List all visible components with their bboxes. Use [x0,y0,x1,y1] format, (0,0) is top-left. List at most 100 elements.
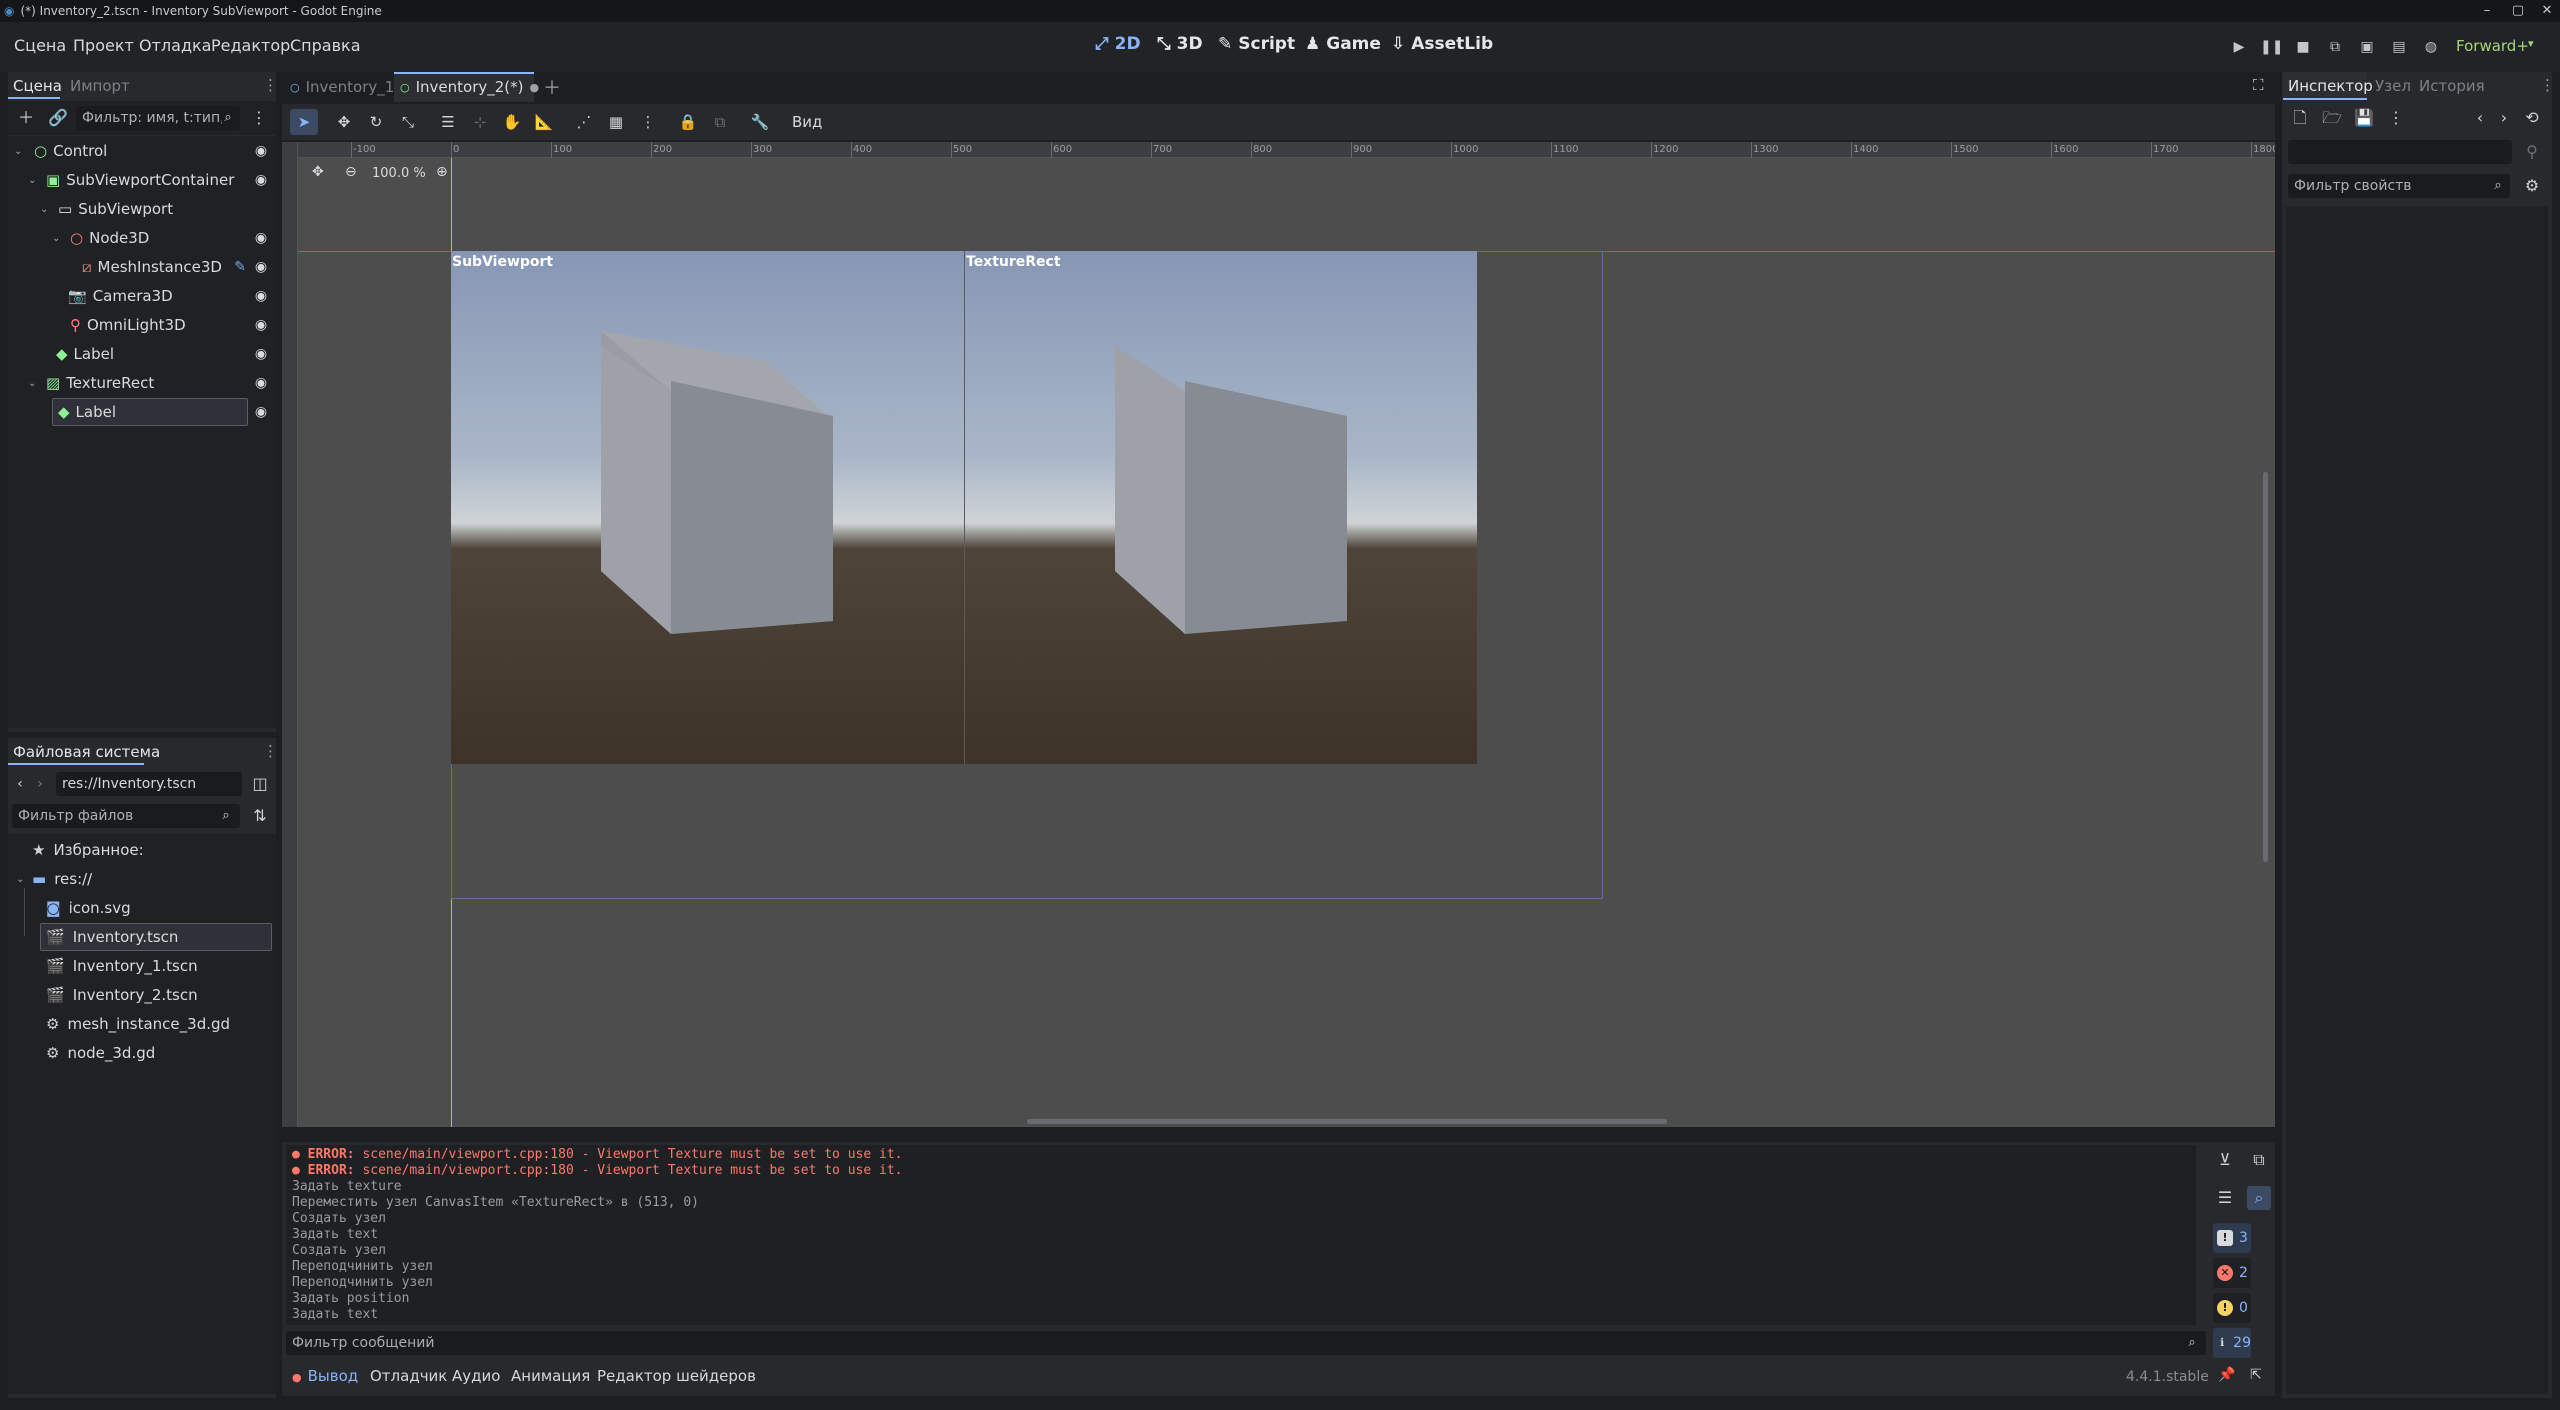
visibility-eye-icon[interactable]: ◉ [252,340,270,368]
filesystem-path-input[interactable]: res://Inventory.tscn [56,772,242,796]
file-item-node-3d-gd[interactable]: ⚙ node_3d.gd [46,1039,155,1067]
play-custom-scene-icon[interactable]: ▤ [2388,36,2410,58]
sort-icon[interactable]: ⇅ [248,804,272,828]
pan-tool-icon[interactable]: ✋ [499,110,525,134]
inspector-object-path[interactable] [2288,140,2512,164]
search-icon[interactable]: ⌕ [214,804,238,828]
file-item-favorites[interactable]: ★ Избранное: [32,836,144,864]
maximize-icon[interactable]: ▢ [2503,0,2533,22]
history-forward-icon[interactable]: › [2492,106,2516,130]
ruler-tool-icon[interactable]: 📐 [531,110,557,134]
group-icon[interactable]: ⧉ [707,110,733,134]
tree-node-camera3d[interactable]: 📷 Camera3D ◉ [66,282,276,310]
stop-icon[interactable]: ■ [2292,36,2314,58]
object-history-icon[interactable]: ⟲ [2520,106,2544,130]
zoom-level[interactable]: 100.0 % [372,166,426,181]
file-item-icon-svg[interactable]: ◙ icon.svg [46,894,131,922]
clear-output-icon[interactable]: ⊻ [2213,1148,2237,1172]
toggle-split-icon[interactable]: ◫ [248,772,272,796]
minimize-icon[interactable]: – [2472,0,2502,22]
menu-editor[interactable]: Редактор [211,36,290,55]
movie-maker-icon[interactable]: ◍ [2420,36,2442,58]
menu-scene[interactable]: Сцена [14,36,66,55]
tree-node-node3d[interactable]: ⌄ ○ Node3D ◉ [52,224,276,252]
open-resource-icon[interactable]: 🗁 [2320,106,2344,130]
scene-tab-inventory-2[interactable]: ○ Inventory_2(*) ● [400,74,539,100]
snap-options-icon[interactable]: ⋮ [635,110,661,134]
lock-icon[interactable]: 🔒 [675,110,701,134]
pivot-tool-icon[interactable]: ⊹ [467,110,493,134]
filter-messages[interactable]: ℹ 29 [2213,1328,2251,1358]
collapse-icon[interactable]: ☰ [2213,1186,2237,1210]
zoom-out-icon[interactable]: ⊖ [345,164,357,180]
rotate-tool-icon[interactable]: ↻ [363,110,389,134]
filter-errors[interactable]: ✕ 2 [2213,1258,2251,1288]
bottom-tab-shader-editor[interactable]: Редактор шейдеров [597,1367,756,1385]
visibility-eye-icon[interactable]: ◉ [252,398,270,426]
file-item-inventory-2-tscn[interactable]: 🎬 Inventory_2.tscn [46,981,198,1009]
add-scene-tab-button[interactable]: ＋ [543,74,561,100]
canvas-viewport[interactable]: -100 0 100 200 300 400 500 600 700 800 900 1000 1100… [282,142,2275,1127]
smart-snap-icon[interactable]: ⋰ [571,110,597,134]
file-item-inventory-1-tscn[interactable]: 🎬 Inventory_1.tscn [46,952,198,980]
visibility-eye-icon[interactable]: ◉ [252,369,270,397]
inspector-options-icon[interactable]: ⋮ [2384,106,2408,130]
inspector-tab[interactable]: Инспектор [2288,77,2373,95]
property-filter-input[interactable]: Фильтр свойств [2288,174,2510,198]
search-icon[interactable]: ⌕ [2180,1331,2204,1355]
tree-node-control[interactable]: ⌄ ○ Control ◉ [14,137,276,165]
search-icon[interactable]: ⌕ [216,106,240,130]
scene-dock-tab-import[interactable]: Импорт [70,77,130,95]
tree-node-label[interactable]: ◆ Label ◉ [54,340,276,368]
tree-node-texturerect[interactable]: ⌄ ▨ TextureRect ◉ [28,369,276,397]
workspace-script-button[interactable]: ✎ Script [1218,34,1295,54]
menu-debug[interactable]: Отладка [139,36,211,55]
visibility-eye-icon[interactable]: ◉ [252,166,270,194]
file-filter-input[interactable]: Фильтр файлов [12,804,240,828]
tree-node-label-selected[interactable]: ◆ Label ◉ [56,398,276,426]
search-icon[interactable]: ⌕ [2247,1186,2271,1210]
tree-node-subviewportcontainer[interactable]: ⌄ ▣ SubViewportContainer ◉ [28,166,276,194]
distraction-free-icon[interactable]: ⛶ [2253,76,2264,94]
tree-node-omnilight3d[interactable]: ⚲ OmniLight3D ◉ [66,311,276,339]
bone-icon[interactable]: 🔧 [747,110,773,134]
tree-node-meshinstance3d[interactable]: ⧄ MeshInstance3D ✎ ◉ [80,253,276,281]
renderer-selector[interactable]: Forward+ [2456,37,2529,55]
search-icon[interactable]: ⌕ [2486,174,2510,198]
selectable-list-icon[interactable]: ☰ [435,110,461,134]
property-options-icon[interactable]: ⚙ [2520,174,2544,198]
workspace-3d-button[interactable]: ⤡ 3D [1157,34,1203,54]
new-resource-icon[interactable]: 🗋 [2288,106,2312,130]
file-item-mesh-instance-3d-gd[interactable]: ⚙ mesh_instance_3d.gd [46,1010,230,1038]
tree-node-subviewport[interactable]: ⌄ ▭ SubViewport [40,195,276,223]
add-node-icon[interactable]: ＋ [14,106,38,130]
history-tab[interactable]: История [2419,77,2485,95]
back-icon[interactable]: ‹ [12,772,28,796]
view-menu[interactable]: Вид [792,113,822,131]
remote-debug-icon[interactable]: ⧉ [2324,36,2346,58]
node-tab[interactable]: Узел [2375,77,2411,95]
bottom-tab-animation[interactable]: Анимация [511,1367,590,1385]
vertical-scrollbar[interactable] [2263,472,2268,862]
menu-help[interactable]: Справка [290,36,361,55]
play-icon[interactable]: ▶ [2228,36,2250,58]
move-tool-icon[interactable]: ✥ [331,110,357,134]
menu-project[interactable]: Проект [73,36,134,55]
visibility-eye-icon[interactable]: ◉ [252,282,270,310]
visibility-eye-icon[interactable]: ◉ [252,137,270,165]
select-tool-icon[interactable]: ➤ [291,110,317,134]
file-item-res[interactable]: ⌄ ▬ res:// [16,865,92,893]
visibility-eye-icon[interactable]: ◉ [252,224,270,252]
workspace-assetlib-button[interactable]: ⇩ AssetLib [1391,34,1493,54]
copy-output-icon[interactable]: ⧉ [2247,1148,2271,1172]
bottom-tab-debugger[interactable]: Отладчик [370,1367,447,1385]
zoom-in-icon[interactable]: ⊕ [436,164,448,180]
filesystem-tab[interactable]: Файловая система [13,743,160,761]
workspace-2d-button[interactable]: ⤢ 2D [1095,34,1141,54]
visibility-eye-icon[interactable]: ◉ [252,311,270,339]
horizontal-scrollbar[interactable] [1027,1119,1667,1124]
dock-menu-icon[interactable]: ⋮ [2540,76,2555,94]
save-resource-icon[interactable]: 💾 [2352,106,2376,130]
pause-icon[interactable]: ❚❚ [2260,36,2283,58]
filter-warnings[interactable]: ! 0 [2213,1293,2251,1323]
